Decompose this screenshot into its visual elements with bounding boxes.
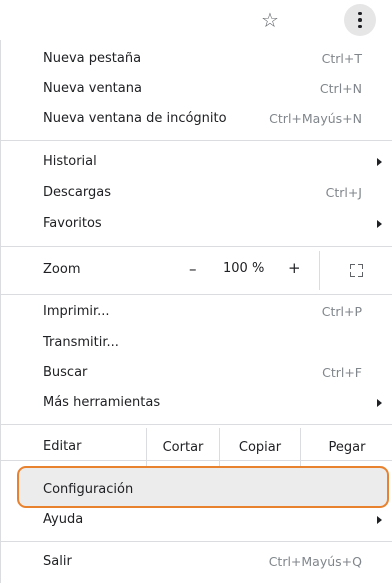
menu-item-new-window[interactable]: Nueva ventana Ctrl+N <box>1 76 392 103</box>
browser-toolbar: ☆ <box>0 0 392 40</box>
star-icon[interactable]: ☆ <box>258 8 282 32</box>
chrome-menu: Nueva pestaña Ctrl+T Nueva ventana Ctrl+… <box>0 40 392 583</box>
shortcut-label: Ctrl+F <box>322 365 362 380</box>
menu-separator <box>1 140 392 141</box>
menu-item-history[interactable]: Historial <box>1 149 392 176</box>
menu-item-bookmarks[interactable]: Favoritos <box>1 211 392 238</box>
menu-item-cast[interactable]: Transmitir... <box>1 330 392 357</box>
shortcut-label: Ctrl+Mayús+N <box>269 111 362 126</box>
menu-item-label: Buscar <box>43 365 88 380</box>
menu-item-help[interactable]: Ayuda <box>1 507 392 534</box>
menu-item-label: Descargas <box>43 185 112 200</box>
fullscreen-icon <box>350 264 363 277</box>
kebab-menu-icon[interactable] <box>344 4 376 36</box>
shortcut-label: Ctrl+N <box>319 81 362 96</box>
cut-label: Cortar <box>162 440 204 455</box>
menu-item-settings[interactable]: Configuración <box>1 477 392 504</box>
menu-item-label: Salir <box>43 554 72 569</box>
menu-item-label: Historial <box>43 154 97 169</box>
menu-item-new-incognito-window[interactable]: Nueva ventana de incógnito Ctrl+Mayús+N <box>1 106 392 133</box>
menu-separator <box>1 424 392 425</box>
fullscreen-button[interactable] <box>319 251 392 290</box>
menu-item-label: Configuración <box>43 482 134 497</box>
menu-separator <box>1 541 392 542</box>
shortcut-label: Ctrl+T <box>321 51 362 66</box>
shortcut-label: Ctrl+J <box>325 185 362 200</box>
submenu-arrow-icon <box>377 158 382 166</box>
menu-item-more-tools[interactable]: Más herramientas <box>1 390 392 417</box>
menu-item-find[interactable]: Buscar Ctrl+F <box>1 360 392 387</box>
edit-row: Editar Cortar Copiar Pegar <box>1 428 392 467</box>
menu-item-new-tab[interactable]: Nueva pestaña Ctrl+T <box>1 46 392 73</box>
copy-label: Copiar <box>238 440 282 455</box>
menu-item-exit[interactable]: Salir Ctrl+Mayús+Q <box>1 549 392 576</box>
paste-button[interactable]: Pegar <box>300 428 392 467</box>
submenu-arrow-icon <box>377 399 382 407</box>
menu-item-label: Nueva ventana de incógnito <box>43 111 227 126</box>
zoom-out-button[interactable]: – <box>189 260 197 278</box>
zoom-level: 100 % <box>223 261 265 276</box>
cut-button[interactable]: Cortar <box>146 428 219 467</box>
zoom-in-button[interactable]: + <box>288 259 301 277</box>
menu-item-downloads[interactable]: Descargas Ctrl+J <box>1 180 392 207</box>
menu-separator <box>1 246 392 247</box>
menu-separator <box>1 460 392 461</box>
menu-item-label: Favoritos <box>43 216 102 231</box>
menu-separator <box>1 294 392 295</box>
paste-label: Pegar <box>328 440 366 455</box>
shortcut-label: Ctrl+P <box>321 304 362 319</box>
menu-item-label: Nueva pestaña <box>43 51 142 66</box>
menu-item-label: Transmitir... <box>43 335 119 350</box>
submenu-arrow-icon <box>377 220 382 228</box>
menu-item-label: Más herramientas <box>43 395 161 410</box>
edit-label: Editar <box>43 439 82 454</box>
menu-item-print[interactable]: Imprimir... Ctrl+P <box>1 299 392 326</box>
zoom-label: Zoom <box>43 262 81 277</box>
zoom-row: Zoom – 100 % + <box>1 251 392 290</box>
menu-item-label: Ayuda <box>43 512 84 527</box>
submenu-arrow-icon <box>377 516 382 524</box>
menu-item-label: Nueva ventana <box>43 81 142 96</box>
shortcut-label: Ctrl+Mayús+Q <box>268 554 362 569</box>
menu-item-label: Imprimir... <box>43 304 110 319</box>
copy-button[interactable]: Copiar <box>219 428 300 467</box>
